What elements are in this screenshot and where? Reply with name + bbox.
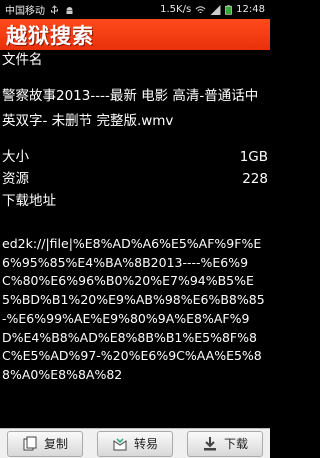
status-left: 中国移动 bbox=[5, 2, 75, 17]
share-icon bbox=[113, 437, 127, 450]
download-button[interactable]: 下载 bbox=[187, 430, 263, 457]
bottom-toolbar: 复制 转易 下载 bbox=[0, 428, 270, 458]
status-bar: 中国移动 1.5K/s 12:48 bbox=[0, 0, 270, 19]
detail-content: 文件名 警察故事2013----最新 电影 高清-普通话中英双字- 未删节 完整… bbox=[0, 50, 270, 428]
app-title-bar: 越狱搜索 bbox=[0, 19, 270, 50]
android-icon bbox=[66, 6, 73, 14]
sources-value: 228 bbox=[242, 171, 268, 187]
download-address-row: 下载地址 bbox=[2, 190, 268, 212]
clock: 12:48 bbox=[236, 4, 265, 15]
app-title: 越狱搜索 bbox=[6, 22, 94, 48]
status-right: 1.5K/s 12:48 bbox=[160, 4, 265, 15]
sources-row: 资源 228 bbox=[2, 168, 268, 190]
filename-value: 警察故事2013----最新 电影 高清-普通话中英双字- 未删节 完整版.wm… bbox=[2, 88, 259, 129]
size-value: 1GB bbox=[239, 149, 268, 165]
network-speed: 1.5K/s bbox=[160, 4, 192, 15]
sources-label: 资源 bbox=[2, 171, 29, 187]
copy-button-label: 复制 bbox=[43, 437, 68, 451]
share-button[interactable]: 转易 bbox=[97, 430, 173, 457]
ed2k-link[interactable]: ed2k://|file|%E8%AD%A6%E5%AF%9F%E6%95%85… bbox=[2, 235, 268, 385]
download-icon bbox=[203, 436, 216, 450]
wifi-icon bbox=[195, 5, 206, 13]
battery-icon bbox=[225, 4, 233, 15]
copy-icon bbox=[23, 436, 37, 450]
usb-icon bbox=[51, 4, 58, 14]
size-label: 大小 bbox=[2, 149, 29, 165]
size-row: 大小 1GB bbox=[2, 146, 268, 168]
carrier-name: 中国移动 bbox=[5, 6, 45, 17]
signal-icon bbox=[210, 4, 221, 15]
download-address-label: 下载地址 bbox=[2, 193, 56, 209]
filename-label: 文件名 bbox=[2, 52, 43, 68]
share-button-label: 转易 bbox=[133, 437, 158, 451]
copy-button[interactable]: 复制 bbox=[7, 430, 83, 457]
download-button-label: 下载 bbox=[223, 437, 248, 451]
